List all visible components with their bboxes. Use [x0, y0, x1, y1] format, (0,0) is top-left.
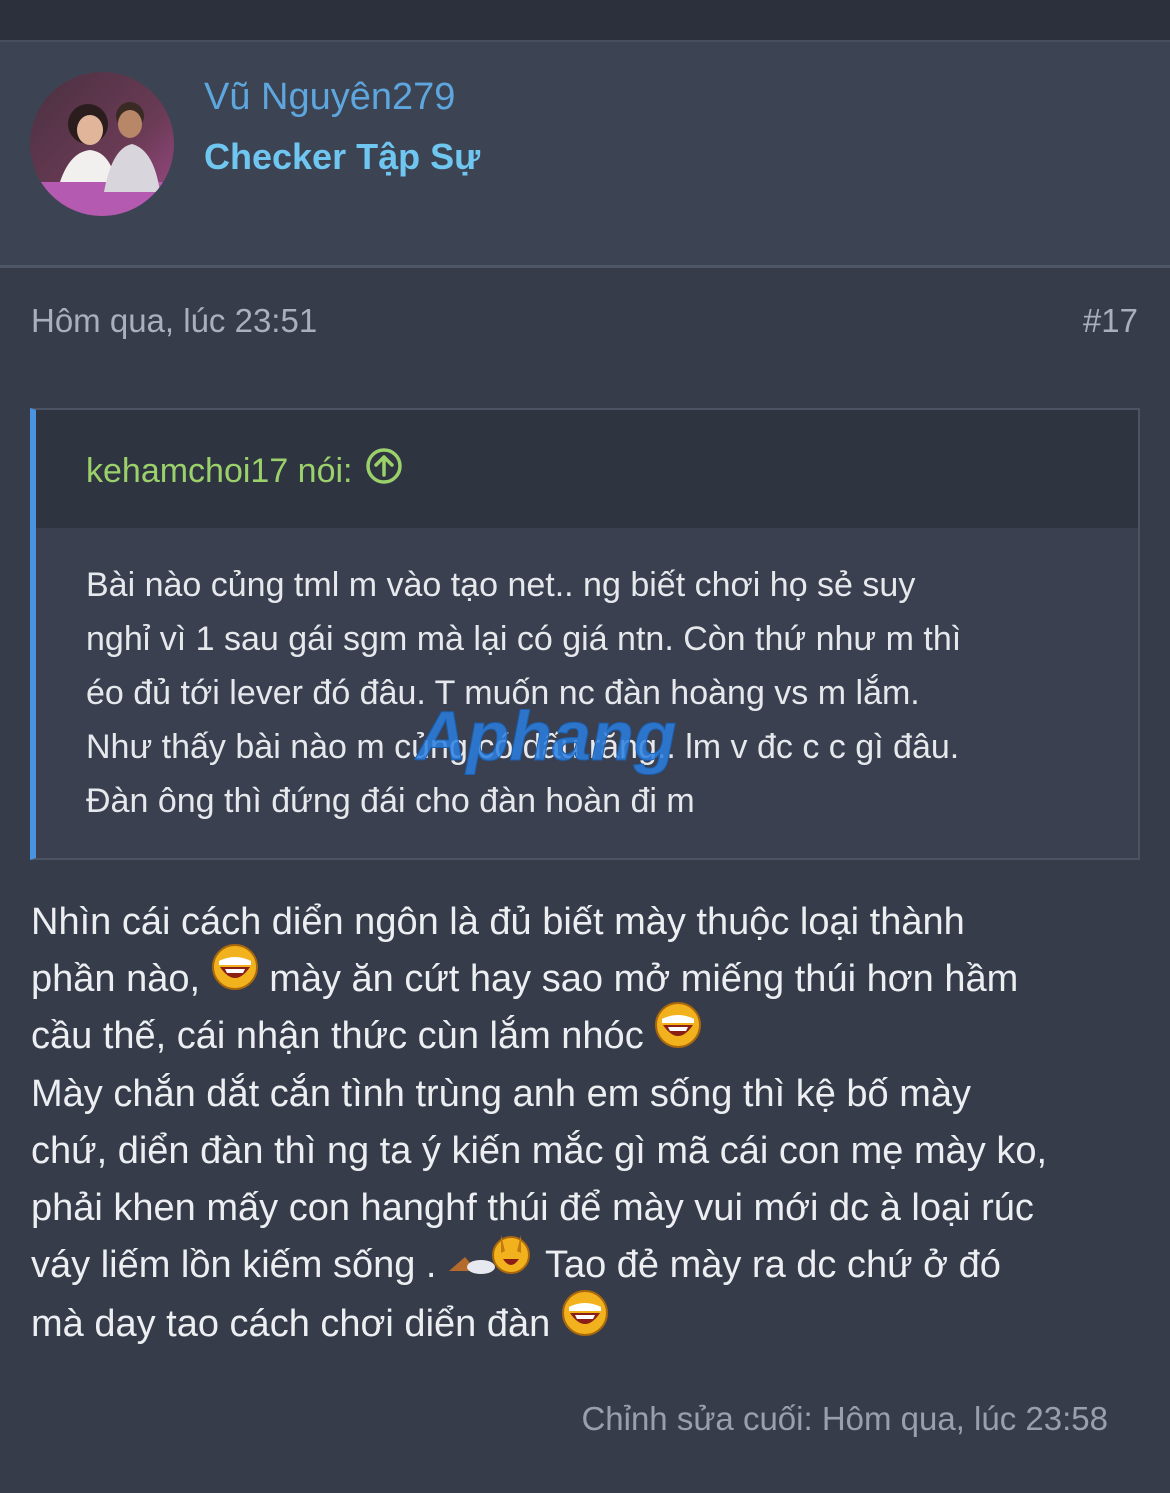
post-text: Tao đẻ mày ra dc chứ ở đó [544, 1243, 1001, 1286]
post-line: phần nào, mày ăn cứt hay sao mở miếng th… [31, 944, 1141, 1008]
post-line: phải khen mấy con hanghf thúi để mày vui… [31, 1186, 1034, 1229]
post-line: Nhìn cái cách diển ngôn là đủ biết mày t… [31, 901, 965, 943]
quote-author-label: kehamchoi17 nói: [86, 452, 353, 490]
post-text: phần nào, [31, 958, 201, 1000]
laughing-emoji-icon [654, 1001, 702, 1066]
top-strip [0, 0, 1170, 40]
post-text: mà day tao cách chơi diển đàn [31, 1303, 551, 1346]
post-number[interactable]: #17 [1083, 302, 1138, 340]
quote-line: nghỉ vì 1 sau gái sgm mà lại có giá ntn.… [86, 620, 962, 658]
quote-header: kehamchoi17 nói: [36, 410, 1138, 528]
quote-line: Bài nào củng tml m vào tạo net.. ng biết… [86, 566, 916, 604]
post-text: cầu thế, cái nhận thức cùn lắm nhóc [31, 1015, 644, 1058]
post-content: Nhìn cái cách diển ngôn là đủ biết mày t… [31, 894, 1141, 1354]
quote-content: Bài nào củng tml m vào tạo net.. ng biết… [86, 558, 1116, 828]
post-line: cầu thế, cái nhận thức cùn lắm nhóc [31, 1001, 1141, 1065]
post-line: chứ, diển đàn thì ng ta ý kiến mắc gì mã… [31, 1129, 1048, 1172]
user-title: Checker Tập Sự [204, 136, 481, 177]
quote-line: Đàn ông thì đứng đái cho đàn hoàn đi m [86, 782, 695, 820]
laughing-emoji-icon [211, 943, 259, 1008]
post-line: váy liếm lồn kiếm sống . Tao đẻ mày ra d… [31, 1235, 1141, 1296]
post-text: mày ăn cứt hay sao mở miếng thúi hơn hầm [269, 958, 1019, 1000]
user-panel: Vũ Nguyên279 Checker Tập Sự [0, 40, 1170, 268]
quote-line: Như thấy bài nào m củng có dấu răng.. lm… [86, 728, 960, 766]
last-edited-note: Chỉnh sửa cuối: Hôm qua, lúc 23:58 [581, 1400, 1108, 1437]
post-line: mà day tao cách chơi diển đàn [31, 1289, 1141, 1353]
post-line: Mày chắn dắt cắn tình trùng anh em sống … [31, 1072, 971, 1115]
quote-line: éo đủ tới lever đó đâu. T muốn nc đàn ho… [86, 674, 920, 712]
username[interactable]: Vũ Nguyên279 [204, 76, 455, 119]
post-text: váy liếm lồn kiếm sống . [31, 1243, 437, 1286]
arrow-up-circle-icon[interactable] [365, 447, 403, 494]
post-date[interactable]: Hôm qua, lúc 23:51 [31, 302, 317, 340]
quote-author[interactable]: kehamchoi17 nói: [86, 447, 403, 494]
thumbs-up-emoji-icon [447, 1227, 535, 1296]
avatar[interactable] [30, 72, 174, 216]
quote-block: kehamchoi17 nói: Bài nào củng tml m vào … [30, 408, 1140, 860]
laughing-emoji-icon [561, 1289, 609, 1354]
